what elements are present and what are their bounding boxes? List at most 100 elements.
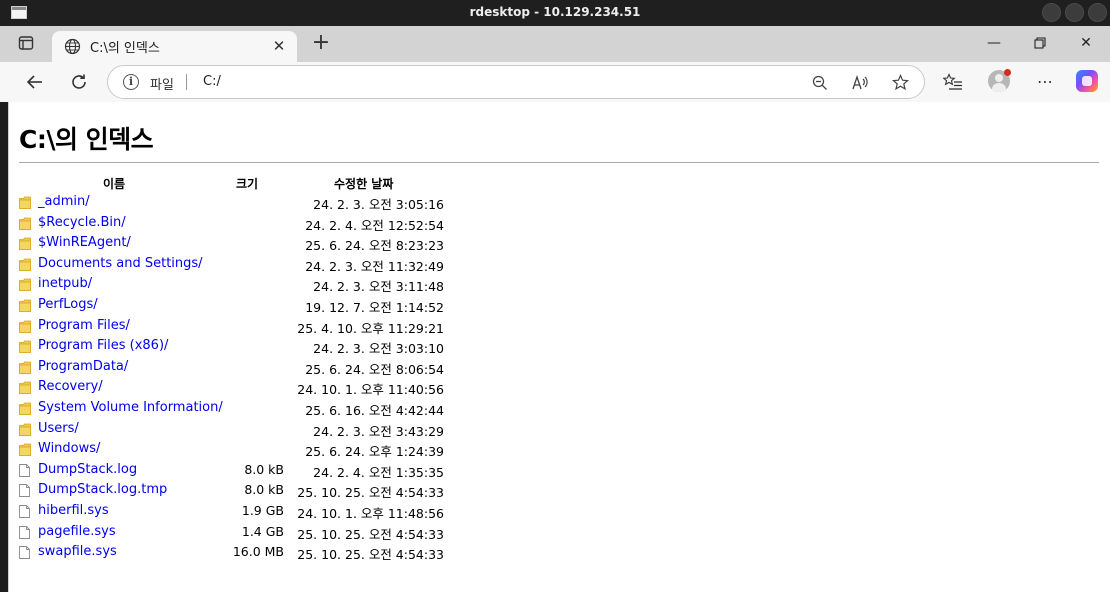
tab-strip: C:\의 인덱스 ✕ + — ✕ — [0, 26, 1110, 62]
file-modified-date: 25. 10. 25. 오전 4:54:33 — [297, 485, 444, 501]
browser-toolbar: i 파일 C:/ ⋯ — [0, 62, 1110, 102]
address-bar[interactable]: i 파일 C:/ — [107, 65, 925, 99]
column-header-date[interactable]: 수정한 날짜 — [334, 175, 393, 192]
minimize-icon[interactable]: — — [983, 32, 1005, 54]
file-icon — [19, 503, 33, 518]
table-row[interactable]: Users/24. 2. 3. 오전 3:43:29 — [9, 420, 609, 440]
file-modified-date: 25. 6. 16. 오전 4:42:44 — [305, 403, 444, 418]
title-divider — [19, 162, 1099, 163]
url-input[interactable]: C:/ — [203, 74, 221, 89]
column-header-name[interactable]: 이름 — [103, 175, 125, 192]
favorites-list-icon[interactable] — [942, 71, 964, 93]
read-aloud-icon[interactable] — [850, 73, 870, 93]
folder-icon — [19, 215, 33, 230]
globe-icon — [64, 38, 81, 55]
file-link[interactable]: PerfLogs/ — [38, 297, 98, 312]
window-minimize-circle-button[interactable] — [1042, 3, 1061, 22]
file-modified-date: 24. 2. 3. 오전 3:03:10 — [313, 341, 444, 357]
table-row[interactable]: hiberfil.sys 1.9 GB 24. 10. 1. 오후 11:48:56 — [9, 502, 609, 522]
table-row[interactable]: Windows/25. 6. 24. 오후 1:24:39 — [9, 440, 609, 460]
tab-active[interactable]: C:\의 인덱스 ✕ — [52, 31, 297, 62]
table-row[interactable]: System Volume Information/25. 6. 16. 오전 … — [9, 399, 609, 419]
more-menu-icon[interactable]: ⋯ — [1034, 71, 1056, 93]
table-row[interactable]: pagefile.sys 1.4 GB 25. 10. 25. 오전 4:54:33 — [9, 523, 609, 543]
table-row[interactable]: Recovery/24. 10. 1. 오후 11:40:56 — [9, 378, 609, 398]
folder-icon — [19, 338, 33, 354]
refresh-icon[interactable] — [66, 69, 92, 95]
table-row[interactable]: $Recycle.Bin/24. 2. 4. 오전 12:52:54 — [9, 214, 609, 234]
copilot-icon[interactable] — [1076, 70, 1098, 92]
file-modified-date: 25. 10. 25. 오전 4:54:33 — [297, 547, 444, 563]
table-row[interactable]: swapfile.sys 16.0 MB 25. 10. 25. 오전 4:54:3… — [9, 543, 609, 563]
file-size: 1.9 GB — [241, 503, 284, 518]
file-modified-date: 25. 4. 10. 오후 11:29:21 — [297, 320, 444, 336]
table-row[interactable]: Program Files/25. 4. 10. 오후 11:29:21 — [9, 317, 609, 337]
folder-icon — [19, 400, 33, 415]
folder-icon — [19, 441, 33, 457]
info-icon[interactable]: i — [123, 74, 139, 90]
file-modified-date: 24. 2. 3. 오전 3:05:16 — [313, 197, 444, 212]
file-modified-date: 24. 10. 1. 오후 11:48:56 — [297, 506, 444, 521]
file-link[interactable]: swapfile.sys — [38, 544, 117, 559]
zoom-out-icon[interactable] — [810, 73, 830, 93]
table-row[interactable]: Documents and Settings/24. 2. 3. 오전 11:3… — [9, 255, 609, 275]
file-link[interactable]: ProgramData/ — [38, 359, 128, 374]
table-row[interactable]: ProgramData/25. 6. 24. 오전 8:06:54 — [9, 358, 609, 378]
file-modified-date: 24. 2. 3. 오전 3:11:48 — [313, 279, 444, 295]
file-link[interactable]: hiberfil.sys — [38, 503, 109, 518]
file-link[interactable]: inetpub/ — [38, 276, 92, 291]
file-size: 8.0 kB — [244, 482, 284, 498]
profile-notification-dot — [1004, 69, 1011, 76]
favorite-star-icon[interactable] — [890, 73, 910, 93]
file-modified-date: 24. 2. 3. 오전 3:43:29 — [313, 423, 444, 439]
file-link[interactable]: Users/ — [38, 421, 79, 436]
table-row[interactable]: DumpStack.log.tmp 8.0 kB 25. 10. 25. 오전 4:… — [9, 481, 609, 501]
table-row[interactable]: _admin/24. 2. 3. 오전 3:05:16 — [9, 193, 609, 213]
file-modified-date: 25. 6. 24. 오전 8:23:23 — [305, 238, 444, 254]
file-link[interactable]: System Volume Information/ — [38, 400, 223, 415]
window-title: rdesktop - 10.129.234.51 — [469, 5, 641, 19]
file-modified-date: 24. 2. 4. 오전 1:35:35 — [313, 464, 444, 480]
file-link[interactable]: DumpStack.log.tmp — [38, 482, 167, 497]
table-row[interactable]: DumpStack.log 8.0 kB 24. 2. 4. 오전 1:35:35 — [9, 461, 609, 481]
folder-icon — [19, 297, 33, 312]
tab-close-icon[interactable]: ✕ — [271, 38, 287, 54]
file-modified-date: 24. 2. 4. 오전 12:52:54 — [305, 217, 444, 233]
file-link[interactable]: Recovery/ — [38, 379, 103, 394]
table-row[interactable]: PerfLogs/19. 12. 7. 오전 1:14:52 — [9, 296, 609, 316]
file-size: 16.0 MB — [232, 544, 284, 560]
column-header-size[interactable]: 크기 — [236, 175, 258, 192]
table-row[interactable]: $WinREAgent/25. 6. 24. 오전 8:23:23 — [9, 234, 609, 254]
file-link[interactable]: Windows/ — [38, 441, 100, 456]
folder-icon — [19, 235, 33, 251]
rdesktop-titlebar: rdesktop - 10.129.234.51 — [0, 0, 1110, 26]
page-content: C:\의 인덱스 이름 크기 수정한 날짜 _admin/24. 2. 3. 오… — [8, 102, 1110, 592]
folder-icon — [19, 318, 33, 333]
file-link[interactable]: Documents and Settings/ — [38, 256, 203, 271]
restore-icon[interactable] — [1029, 32, 1051, 54]
file-link[interactable]: DumpStack.log — [38, 462, 137, 477]
file-link[interactable]: Program Files (x86)/ — [38, 338, 168, 353]
close-window-icon[interactable]: ✕ — [1075, 32, 1097, 54]
table-row[interactable]: Program Files (x86)/ 24. 2. 3. 오전 3:03:10 — [9, 337, 609, 357]
file-link[interactable]: _admin/ — [38, 194, 90, 209]
window-close-circle-button[interactable] — [1088, 3, 1107, 22]
file-link[interactable]: pagefile.sys — [38, 524, 116, 539]
new-tab-plus-icon[interactable]: + — [310, 32, 332, 54]
folder-icon — [19, 421, 33, 436]
file-link[interactable]: Program Files/ — [38, 318, 130, 333]
folder-icon — [19, 359, 33, 374]
file-modified-date: 25. 6. 24. 오후 1:24:39 — [305, 444, 444, 460]
table-row[interactable]: inetpub/24. 2. 3. 오전 3:11:48 — [9, 275, 609, 295]
file-modified-date: 25. 6. 24. 오전 8:06:54 — [305, 361, 444, 377]
folder-icon — [19, 256, 33, 271]
file-modified-date: 25. 10. 25. 오전 4:54:33 — [297, 526, 444, 542]
file-link[interactable]: $Recycle.Bin/ — [38, 215, 126, 230]
scheme-label: 파일 — [150, 78, 174, 93]
folder-icon — [19, 194, 33, 209]
file-size: 8.0 kB — [244, 461, 284, 477]
tab-actions-icon[interactable] — [18, 35, 36, 53]
back-arrow-icon[interactable] — [22, 69, 48, 95]
file-link[interactable]: $WinREAgent/ — [38, 235, 131, 250]
window-maximize-circle-button[interactable] — [1065, 3, 1084, 22]
